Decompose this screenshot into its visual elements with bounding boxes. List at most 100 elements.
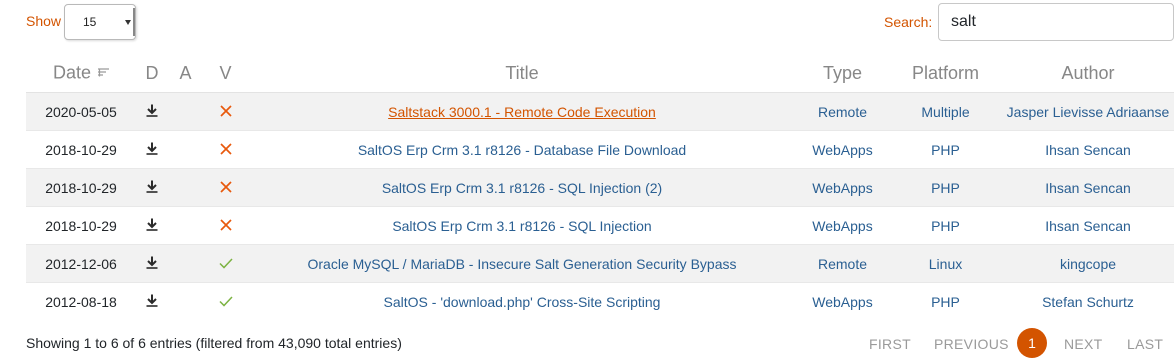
exploit-author-link[interactable]: Ihsan Sencan [1045, 180, 1131, 196]
row-date: 2020-05-05 [26, 92, 136, 131]
search-label: Search: [884, 14, 933, 30]
row-title-cell: Oracle MySQL / MariaDB - Insecure Salt G… [248, 244, 796, 283]
column-header-v[interactable]: V [203, 54, 248, 93]
table-header-row: Date D A V Title Type Platform Author [26, 54, 1174, 93]
app-cell [168, 244, 203, 283]
download-cell[interactable] [136, 282, 168, 320]
exploit-title-link[interactable]: SaltOS Erp Crm 3.1 r8126 - SQL Injection… [382, 180, 662, 196]
download-cell[interactable] [136, 130, 168, 169]
download-icon[interactable] [146, 256, 158, 272]
column-header-date-label: Date [52, 61, 92, 82]
entries-length-value: 15 [83, 15, 97, 29]
row-type-cell: WebApps [796, 130, 889, 169]
check-icon [218, 256, 233, 272]
entries-length-select[interactable]: 15 [64, 4, 136, 40]
check-icon [218, 294, 233, 310]
row-author-cell: kingcope [1002, 244, 1174, 283]
row-author-cell: Jasper Lievisse Adriaanse [1002, 92, 1174, 131]
exploit-title-link[interactable]: Oracle MySQL / MariaDB - Insecure Salt G… [308, 256, 737, 272]
pagination-last[interactable]: LAST [1127, 336, 1163, 352]
row-type-cell: WebApps [796, 282, 889, 320]
search-input[interactable] [938, 3, 1174, 41]
exploit-platform-link[interactable]: Multiple [921, 104, 969, 120]
table-row: 2018-10-29 SaltOS Erp Crm 3.1 r8126 - SQL… [26, 206, 1174, 245]
pagination-first[interactable]: FIRST [869, 336, 911, 352]
exploit-author-link[interactable]: Jasper Lievisse Adriaanse [1007, 104, 1170, 120]
exploit-title-link[interactable]: Saltstack 3000.1 - Remote Code Execution [388, 104, 656, 120]
verified-cell [203, 168, 248, 207]
exploit-type-link[interactable]: WebApps [812, 218, 872, 234]
row-platform-cell: PHP [889, 282, 1002, 320]
column-header-type[interactable]: Type [796, 54, 889, 93]
row-author-cell: Stefan Schurtz [1002, 282, 1174, 320]
exploit-type-link[interactable]: WebApps [812, 180, 872, 196]
column-header-title[interactable]: Title [248, 54, 796, 93]
row-title-cell: SaltOS Erp Crm 3.1 r8126 - SQL Injection… [248, 168, 796, 207]
table-body: 2020-05-05 Saltstack 3000.1 - Remote Code… [26, 92, 1174, 320]
column-header-author[interactable]: Author [1002, 54, 1174, 93]
exploit-platform-link[interactable]: PHP [931, 180, 960, 196]
app-cell [168, 206, 203, 245]
exploit-author-link[interactable]: kingcope [1060, 256, 1116, 272]
row-platform-cell: Linux [889, 244, 1002, 283]
pagination-current-page[interactable]: 1 [1017, 328, 1047, 358]
app-cell [168, 130, 203, 169]
exploit-type-link[interactable]: WebApps [812, 294, 872, 310]
download-cell[interactable] [136, 244, 168, 283]
table-row: 2012-08-18 SaltOS - 'download.php' Cross-… [26, 282, 1174, 320]
table-row: 2018-10-29 SaltOS Erp Crm 3.1 r8126 - Dat… [26, 130, 1174, 169]
row-type-cell: Remote [796, 244, 889, 283]
exploit-author-link[interactable]: Stefan Schurtz [1042, 294, 1134, 310]
exploit-type-link[interactable]: Remote [818, 104, 867, 120]
exploit-title-link[interactable]: SaltOS Erp Crm 3.1 r8126 - Database File… [358, 142, 686, 158]
row-platform-cell: PHP [889, 168, 1002, 207]
row-date: 2012-12-06 [26, 244, 136, 283]
app-cell [168, 92, 203, 131]
pagination-previous[interactable]: PREVIOUS [934, 336, 1009, 352]
column-header-a[interactable]: A [168, 54, 203, 93]
download-icon[interactable] [146, 180, 158, 196]
row-title-cell: SaltOS Erp Crm 3.1 r8126 - SQL Injection [248, 206, 796, 245]
entries-info: Showing 1 to 6 of 6 entries (filtered fr… [26, 335, 402, 351]
cross-icon [219, 142, 232, 158]
table-row: 2020-05-05 Saltstack 3000.1 - Remote Code… [26, 92, 1174, 131]
exploit-title-link[interactable]: SaltOS - 'download.php' Cross-Site Scrip… [384, 294, 661, 310]
row-date: 2018-10-29 [26, 206, 136, 245]
exploit-title-link[interactable]: SaltOS Erp Crm 3.1 r8126 - SQL Injection [392, 218, 651, 234]
exploit-type-link[interactable]: Remote [818, 256, 867, 272]
download-icon[interactable] [146, 104, 158, 120]
exploit-type-link[interactable]: WebApps [812, 142, 872, 158]
exploit-author-link[interactable]: Ihsan Sencan [1045, 142, 1131, 158]
row-title-cell: SaltOS - 'download.php' Cross-Site Scrip… [248, 282, 796, 320]
download-cell[interactable] [136, 92, 168, 131]
select-divider [133, 8, 135, 36]
download-icon[interactable] [146, 294, 158, 310]
table-row: 2018-10-29 SaltOS Erp Crm 3.1 r8126 - SQL… [26, 168, 1174, 207]
exploit-platform-link[interactable]: PHP [931, 218, 960, 234]
row-title-cell: Saltstack 3000.1 - Remote Code Execution [248, 92, 796, 131]
download-cell[interactable] [136, 168, 168, 207]
download-icon[interactable] [146, 142, 158, 158]
exploit-platform-link[interactable]: PHP [931, 294, 960, 310]
app-cell [168, 282, 203, 320]
column-header-platform[interactable]: Platform [889, 54, 1002, 93]
column-header-d[interactable]: D [136, 54, 168, 93]
verified-cell [203, 206, 248, 245]
exploit-platform-link[interactable]: Linux [929, 256, 962, 272]
download-icon[interactable] [146, 218, 158, 234]
row-type-cell: WebApps [796, 168, 889, 207]
cross-icon [219, 218, 232, 234]
app-cell [168, 168, 203, 207]
exploit-author-link[interactable]: Ihsan Sencan [1045, 218, 1131, 234]
column-header-date[interactable]: Date [26, 54, 136, 93]
sort-icon [98, 61, 110, 82]
exploit-platform-link[interactable]: PHP [931, 142, 960, 158]
pagination-next[interactable]: NEXT [1064, 336, 1103, 352]
row-author-cell: Ihsan Sencan [1002, 206, 1174, 245]
row-date: 2018-10-29 [26, 168, 136, 207]
row-author-cell: Ihsan Sencan [1002, 130, 1174, 169]
verified-cell [203, 282, 248, 320]
download-cell[interactable] [136, 206, 168, 245]
exploits-table: Date D A V Title Type Platform Author 20… [26, 54, 1174, 320]
row-title-cell: SaltOS Erp Crm 3.1 r8126 - Database File… [248, 130, 796, 169]
